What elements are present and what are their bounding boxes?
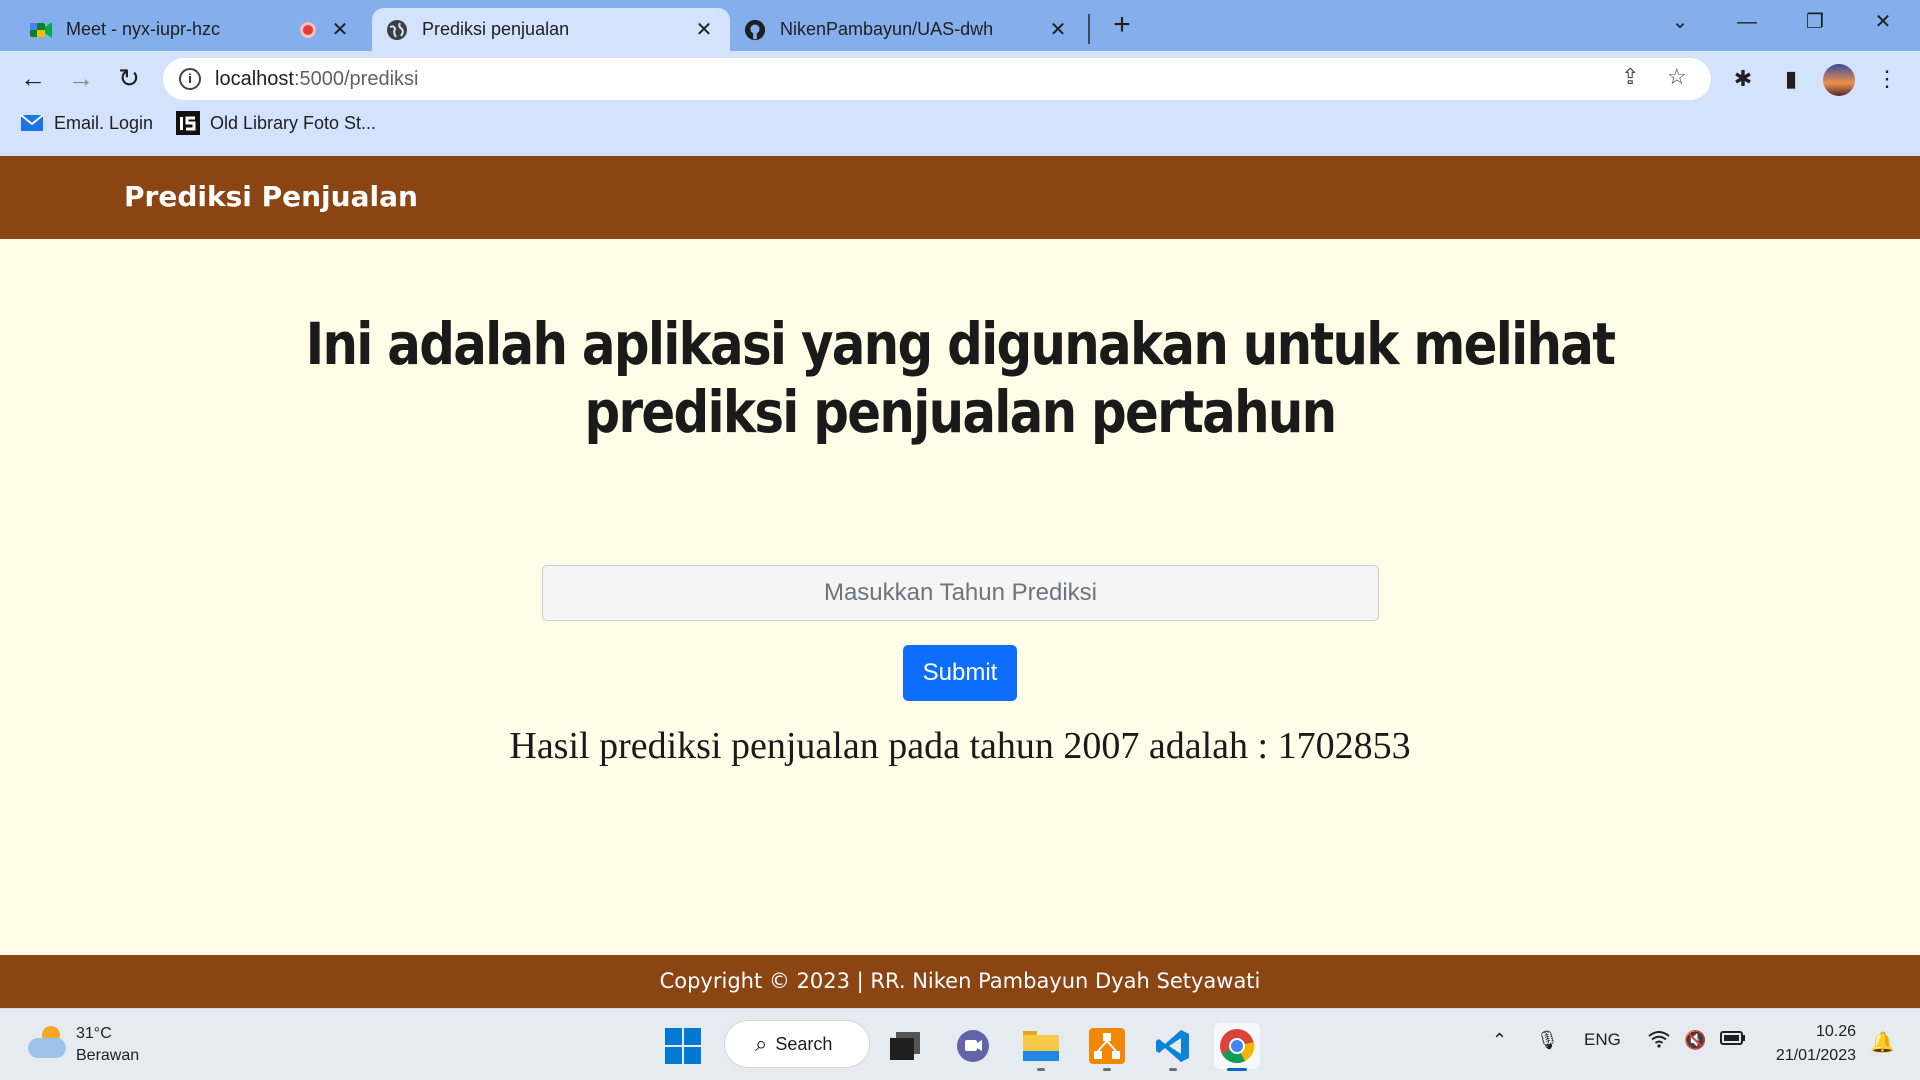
globe-icon <box>386 19 408 41</box>
weather-desc: Berawan <box>76 1047 140 1064</box>
tab-title: Meet - nyx-iupr-hzc <box>66 19 221 39</box>
show-hidden-icons[interactable]: ⌃ <box>1492 1030 1507 1051</box>
tab-title: NikenPambayun/UAS-dwh <box>780 19 994 39</box>
volume-muted-icon[interactable]: 🔇 <box>1684 1030 1706 1051</box>
new-tab-button[interactable]: + <box>1104 8 1140 44</box>
url-path: :5000/prediksi <box>293 67 419 90</box>
url-host: localhost <box>215 67 294 90</box>
close-tab-icon[interactable]: ✕ <box>328 17 352 42</box>
is-logo-icon <box>176 111 200 135</box>
search-label: Search <box>775 1033 833 1054</box>
site-info-icon[interactable]: i <box>179 68 201 90</box>
tab-search-icon[interactable]: ⌄ <box>1655 6 1705 38</box>
active-app-indicator <box>1227 1068 1247 1071</box>
drawio-app-icon[interactable] <box>1084 1023 1130 1069</box>
page-headline: Ini adalah aplikasi yang digunakan untuk… <box>305 310 1616 446</box>
back-icon[interactable]: ← <box>13 60 53 96</box>
task-view-icon[interactable] <box>882 1023 928 1069</box>
tab-meet[interactable]: Meet - nyx-iupr-hzc ✕ <box>16 8 366 51</box>
mail-icon <box>20 112 44 134</box>
wifi-icon[interactable] <box>1648 1030 1670 1053</box>
reload-icon[interactable]: ↻ <box>109 60 149 96</box>
file-explorer-icon[interactable] <box>1018 1023 1064 1069</box>
weather-temp: 31°C <box>76 1025 112 1042</box>
site-navbar: Prediksi Penjualan <box>0 156 1920 239</box>
start-windows-icon[interactable] <box>660 1023 706 1069</box>
bookmark-label: Email. Login <box>54 112 154 133</box>
side-panel-icon[interactable]: ▮ <box>1774 62 1808 96</box>
clock-date: 21/01/2023 <box>1775 1047 1856 1064</box>
microphone-icon[interactable]: 🎙 <box>1536 1030 1559 1051</box>
running-indicator <box>1037 1068 1045 1071</box>
prediction-result: Hasil prediksi penjualan pada tahun 2007… <box>509 725 1411 767</box>
github-icon <box>744 19 766 41</box>
recording-icon <box>300 21 316 38</box>
clock-time: 10.26 <box>1815 1023 1856 1040</box>
forward-icon[interactable]: → <box>61 60 101 96</box>
teams-chat-icon[interactable] <box>950 1023 996 1069</box>
profile-avatar[interactable] <box>1823 64 1855 96</box>
notifications-icon[interactable]: 🔔 <box>1870 1030 1895 1055</box>
browser-tab-bar: Meet - nyx-iupr-hzc ✕ Prediksi penjualan… <box>0 0 1920 51</box>
site-footer: Copyright © 2023 | RR. Niken Pambayun Dy… <box>0 955 1920 1008</box>
taskbar-clock[interactable]: 10.26 21/01/2023 <box>1766 1020 1856 1068</box>
weather-cloud-icon <box>28 1026 66 1058</box>
close-tab-icon[interactable]: ✕ <box>692 17 716 42</box>
running-indicator <box>1169 1068 1177 1071</box>
running-indicator <box>1103 1068 1111 1071</box>
bookmark-star-icon[interactable]: ☆ <box>1667 64 1687 90</box>
tab-title: Prediksi penjualan <box>422 19 570 39</box>
bookmark-old-library[interactable]: Old Library Foto St... <box>176 111 377 135</box>
google-meet-icon <box>30 19 52 41</box>
year-input[interactable] <box>542 565 1379 621</box>
taskbar-search[interactable]: ⌕ Search <box>724 1020 870 1068</box>
extensions-icon[interactable]: ✱ <box>1726 62 1760 96</box>
chrome-icon[interactable] <box>1214 1023 1260 1069</box>
tab-github[interactable]: NikenPambayun/UAS-dwh ✕ <box>730 8 1084 51</box>
close-window-icon[interactable]: ✕ <box>1858 6 1908 38</box>
tab-prediksi[interactable]: Prediksi penjualan ✕ <box>372 8 730 51</box>
restore-icon[interactable]: ❐ <box>1790 6 1840 38</box>
language-indicator[interactable]: ENG <box>1584 1030 1621 1050</box>
menu-icon[interactable]: ⋮ <box>1870 62 1904 96</box>
weather-widget[interactable]: 31°C Berawan <box>28 1023 139 1067</box>
close-tab-icon[interactable]: ✕ <box>1046 17 1070 42</box>
navbar-brand[interactable]: Prediksi Penjualan <box>124 180 418 213</box>
bookmark-label: Old Library Foto St... <box>210 112 377 133</box>
battery-icon[interactable] <box>1720 1030 1746 1051</box>
search-icon: ⌕ <box>755 1031 768 1056</box>
share-icon[interactable]: ⇪ <box>1621 64 1639 90</box>
bookmark-email[interactable]: Email. Login <box>20 112 153 134</box>
minimize-icon[interactable]: — <box>1722 6 1772 38</box>
submit-button[interactable]: Submit <box>903 645 1017 701</box>
tab-separator <box>1088 14 1090 44</box>
vscode-icon[interactable] <box>1150 1023 1196 1069</box>
address-bar[interactable]: i localhost:5000/prediksi ⇪ ☆ <box>163 58 1711 100</box>
